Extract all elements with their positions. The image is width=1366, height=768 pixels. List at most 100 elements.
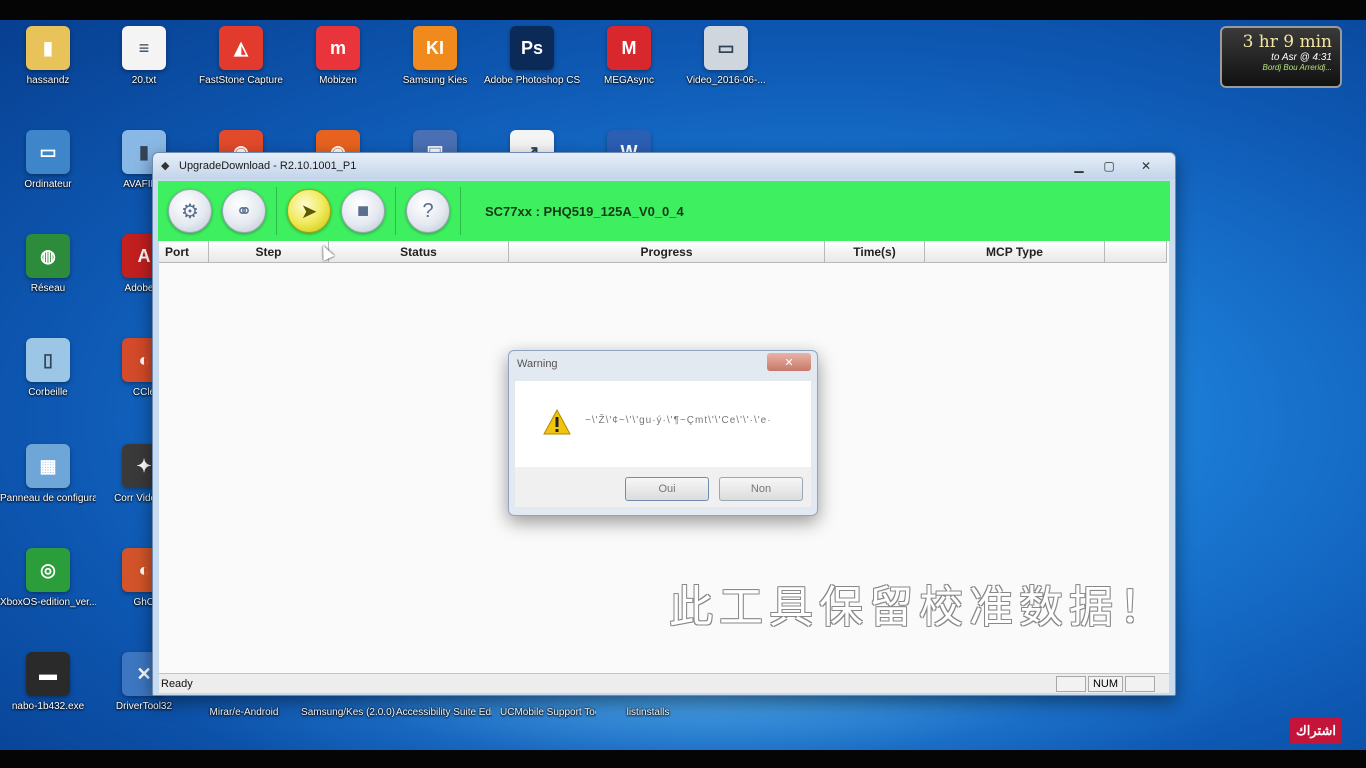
status-bar: Ready NUM bbox=[159, 673, 1169, 693]
letterbox-bottom bbox=[0, 750, 1366, 768]
desktop-icon-label: Réseau bbox=[30, 283, 66, 294]
desktop-icon-label: MEGAsync bbox=[603, 75, 654, 86]
list-header: Port Step Status Progress Time(s) MCP Ty… bbox=[159, 241, 1167, 263]
desktop-icon[interactable]: ≡ 20.txt bbox=[96, 26, 192, 87]
maximize-icon: ▢ bbox=[1103, 159, 1115, 173]
desktop-icon[interactable]: ▭ Ordinateur bbox=[0, 130, 96, 191]
desktop-icon-label: Adobe Photoshop CS6 bbox=[484, 75, 580, 86]
app-shortcut-icon: ◎ bbox=[26, 548, 70, 592]
close-button[interactable]: ✕ bbox=[1125, 157, 1167, 175]
play-arrow-icon: ➤ bbox=[300, 200, 318, 223]
app-shortcut-icon: ≡ bbox=[122, 26, 166, 70]
app-shortcut-icon: ◍ bbox=[26, 234, 70, 278]
start-download-button[interactable]: ➤ bbox=[287, 189, 331, 233]
desktop-icon-label: XboxOS-edition_ver... bbox=[0, 597, 96, 608]
window-controls: ▁ ▢ ✕ bbox=[1065, 157, 1175, 175]
window-title: UpgradeDownload - R2.10.1001_P1 bbox=[179, 160, 357, 172]
desktop-icon-label: hassandz bbox=[26, 75, 70, 86]
desktop-icon-label: Ordinateur bbox=[24, 179, 72, 190]
app-shortcut-icon: m bbox=[316, 26, 360, 70]
toolbar-separator bbox=[460, 187, 461, 235]
prayer-time-gadget[interactable]: 3 hr 9 min to Asr @ 4:31 Bordj Bou Arrer… bbox=[1220, 26, 1342, 88]
desktop-icon[interactable]: ◭ FastStone Capture bbox=[193, 26, 289, 87]
help-button[interactable]: ? bbox=[406, 189, 450, 233]
desktop-icon-label: Video_2016-06-... bbox=[686, 75, 766, 86]
gears-icon: ⚭ bbox=[235, 200, 253, 223]
dialog-button-row: Oui Non bbox=[515, 467, 811, 507]
column-port[interactable]: Port bbox=[159, 241, 209, 263]
desktop-icon-label[interactable]: Samsung/Kes (2.0.0) bbox=[300, 706, 396, 719]
desktop-icon[interactable]: Ps Adobe Photoshop CS6 bbox=[484, 26, 580, 87]
app-shortcut-icon: ▦ bbox=[26, 444, 70, 488]
column-step[interactable]: Step bbox=[209, 241, 329, 263]
desktop-icon-label[interactable]: Mirar/e-Android bbox=[196, 706, 292, 719]
firmware-title: SC77xx : PHQ519_125A_V0_0_4 bbox=[485, 203, 684, 219]
desktop-icon[interactable]: ◎ XboxOS-edition_ver... bbox=[0, 548, 96, 609]
toolbar-separator bbox=[276, 187, 277, 235]
desktop-icon-label: Mobizen bbox=[319, 75, 357, 86]
app-shortcut-icon: M bbox=[607, 26, 651, 70]
desktop-icon-label: Samsung Kies bbox=[402, 75, 468, 86]
subscribe-button[interactable]: اشتراك bbox=[1290, 718, 1342, 744]
settings-button[interactable]: ⚙ bbox=[168, 189, 212, 233]
app-icon: ◆ bbox=[161, 160, 170, 172]
stop-icon: ■ bbox=[356, 199, 370, 222]
desktop-icon[interactable]: m Mobizen bbox=[290, 26, 386, 87]
close-icon: ✕ bbox=[784, 356, 794, 369]
app-shortcut-icon: Ps bbox=[510, 26, 554, 70]
window-titlebar[interactable]: ◆ UpgradeDownload - R2.10.1001_P1 ▁ ▢ ✕ bbox=[153, 153, 1175, 179]
desktop-icon[interactable]: ▦ Panneau de configuration bbox=[0, 444, 96, 505]
status-panes: NUM bbox=[1055, 675, 1169, 692]
column-mcp-type[interactable]: MCP Type bbox=[925, 241, 1105, 263]
desktop-icon[interactable]: ▭ Video_2016-06-... bbox=[678, 26, 774, 87]
maximize-button[interactable]: ▢ bbox=[1095, 157, 1123, 175]
column-status[interactable]: Status bbox=[329, 241, 509, 263]
minimize-button[interactable]: ▁ bbox=[1065, 157, 1093, 175]
minimize-icon: ▁ bbox=[1074, 159, 1084, 173]
desktop-icon-label[interactable]: UCMobile Support Tool bbox=[500, 706, 596, 719]
desktop-icon[interactable]: ◍ Réseau bbox=[0, 234, 96, 295]
status-pane-num: NUM bbox=[1087, 675, 1123, 692]
status-pane-blank bbox=[1055, 675, 1086, 692]
video-watermark-text: 此工具保留校准数据！ bbox=[669, 582, 1169, 633]
app-shortcut-icon: ◭ bbox=[219, 26, 263, 70]
gear-icon: ⚙ bbox=[181, 200, 199, 223]
desktop-icon[interactable]: M MEGAsync bbox=[581, 26, 677, 87]
app-shortcut-icon: ▭ bbox=[704, 26, 748, 70]
yes-button[interactable]: Oui bbox=[625, 477, 709, 501]
desktop-icon-label[interactable]: Accessibility Suite Edition 33 bbox=[396, 706, 492, 719]
dialog-close-button[interactable]: ✕ bbox=[767, 353, 811, 371]
dialog-body: ~\'Ž\'¢~\'\'gu·ý·\'¶~Çmt\'\'Ce\'\'·\'e· … bbox=[515, 381, 811, 507]
gadget-countdown: 3 hr 9 min bbox=[1242, 32, 1332, 52]
stop-download-button[interactable]: ■ bbox=[341, 189, 385, 233]
desktop-icon-label-text: Mirar/e-Android bbox=[209, 707, 279, 718]
gadget-location: Bordj Bou Arreridj... bbox=[1262, 63, 1332, 72]
letterbox-top bbox=[0, 0, 1366, 20]
app-shortcut-icon: ▭ bbox=[26, 130, 70, 174]
gadget-next-prayer: to Asr @ 4:31 bbox=[1271, 52, 1332, 63]
column-time[interactable]: Time(s) bbox=[825, 241, 925, 263]
desktop-icon[interactable]: ▬ nabo-1b432.exe bbox=[0, 652, 96, 713]
column-progress[interactable]: Progress bbox=[509, 241, 825, 263]
status-pane-blank bbox=[1125, 675, 1155, 692]
app-shortcut-icon: ▬ bbox=[26, 652, 70, 696]
dialog-message: ~\'Ž\'¢~\'\'gu·ý·\'¶~Çmt\'\'Ce\'\'·\'e· bbox=[585, 415, 772, 426]
app-shortcut-icon: ▯ bbox=[26, 338, 70, 382]
desktop-icon[interactable]: ▯ Corbeille bbox=[0, 338, 96, 399]
toolbar: ⚙ ⚭ ➤ ■ ? SC77xx : PHQ519_125A_V0_0_4 bbox=[158, 181, 1170, 241]
desktop-icon-label-text: listinstalls bbox=[626, 707, 670, 718]
load-packet-button[interactable]: ⚭ bbox=[222, 189, 266, 233]
column-extra[interactable] bbox=[1105, 241, 1167, 263]
warning-icon bbox=[543, 409, 571, 435]
desktop-icon-label-text: Accessibility Suite Edition 33 bbox=[396, 707, 492, 718]
app-shortcut-icon: KI bbox=[413, 26, 457, 70]
desktop-icon-label[interactable]: listinstalls bbox=[600, 706, 696, 719]
desktop-icon-label: 20.txt bbox=[131, 75, 157, 86]
desktop-icon-label: nabo-1b432.exe bbox=[11, 701, 85, 712]
no-button[interactable]: Non bbox=[719, 477, 803, 501]
toolbar-separator bbox=[395, 187, 396, 235]
desktop-icon-label: Panneau de configuration bbox=[0, 493, 96, 504]
desktop-icon[interactable]: KI Samsung Kies bbox=[387, 26, 483, 87]
desktop-icon[interactable]: ▮ hassandz bbox=[0, 26, 96, 87]
app-shortcut-icon: ▮ bbox=[26, 26, 70, 70]
